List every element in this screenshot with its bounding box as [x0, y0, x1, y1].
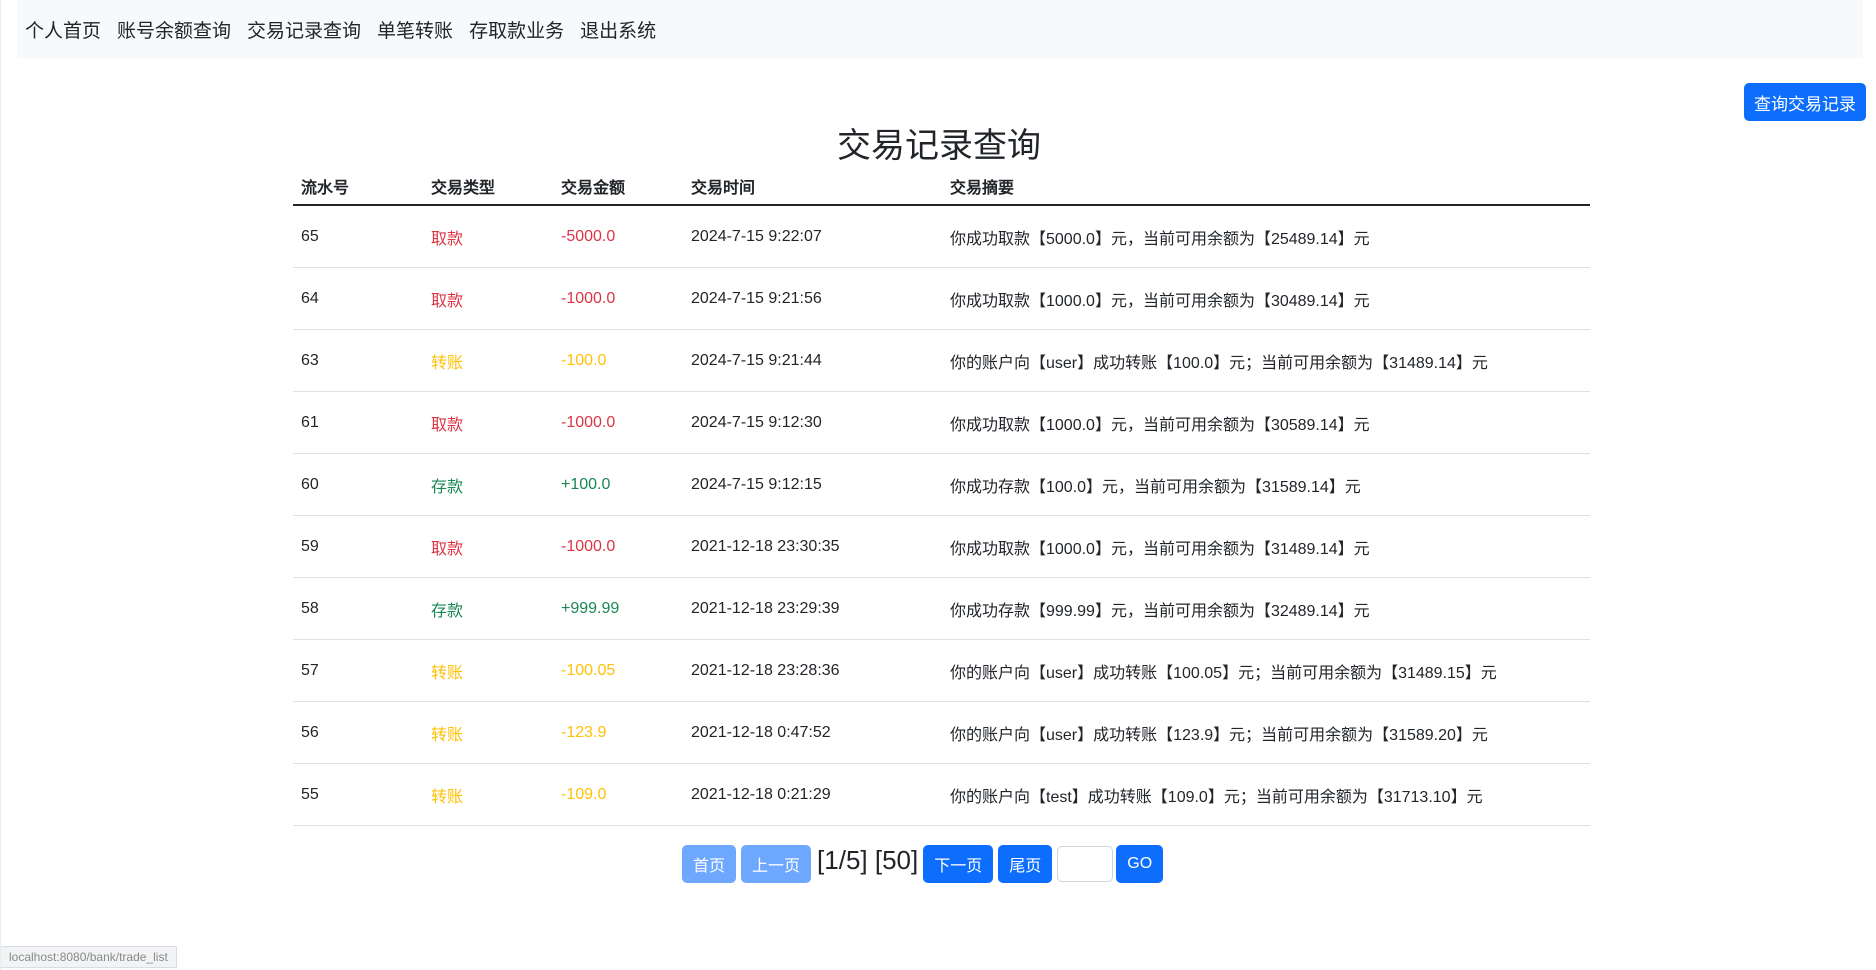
nav-deposit-withdraw[interactable]: 存取款业务: [469, 16, 564, 43]
cell-serial-no: 61: [293, 391, 423, 454]
status-bar-url: localhost:8080/bank/trade_list: [1, 946, 177, 968]
cell-trade-amount: -5000.0: [553, 205, 683, 268]
pagination: 首页 上一页 [1/5] [50] 下一页 尾页 GO: [682, 844, 1168, 884]
page-title: 交易记录查询: [837, 127, 1041, 165]
table-row: 58 存款 +999.99 2021-12-18 23:29:39 你成功存款【999.…: [293, 577, 1590, 640]
cell-trade-summary: 你成功取款【1000.0】元，当前可用余额为【30489.14】元: [942, 267, 1590, 330]
cell-trade-time: 2024-7-15 9:21:56: [683, 267, 942, 330]
cell-trade-amount: -1000.0: [553, 267, 683, 330]
cell-trade-time: 2024-7-15 9:12:30: [683, 391, 942, 454]
cell-trade-amount: +999.99: [553, 577, 683, 640]
cell-trade-amount: -1000.0: [553, 391, 683, 454]
cell-trade-type: 转账: [423, 329, 553, 392]
cell-trade-amount: -100.0: [553, 329, 683, 392]
trade-table: 流水号 交易类型 交易金额 交易时间 交易摘要 65 取款 -5000.0 2024-…: [293, 168, 1590, 826]
table-row: 59 取款 -1000.0 2021-12-18 23:30:35 你成功取款【1000…: [293, 515, 1590, 578]
cell-trade-summary: 你的账户向【user】成功转账【100.0】元；当前可用余额为【31489.14…: [942, 329, 1590, 392]
go-button[interactable]: GO: [1116, 845, 1164, 883]
table-header-row: 流水号 交易类型 交易金额 交易时间 交易摘要: [293, 168, 1590, 206]
cell-trade-type: 取款: [423, 391, 553, 454]
table-row: 63 转账 -100.0 2024-7-15 9:21:44 你的账户向【user】成功…: [293, 329, 1590, 392]
nav-trade-record-query[interactable]: 交易记录查询: [247, 16, 361, 43]
table-row: 57 转账 -100.05 2021-12-18 23:28:36 你的账户向【user…: [293, 639, 1590, 702]
table-row: 60 存款 +100.0 2024-7-15 9:12:15 你成功存款【100.0】元…: [293, 453, 1590, 516]
cell-trade-type: 转账: [423, 639, 553, 702]
header-trade-amount: 交易金额: [553, 168, 683, 206]
cell-trade-type: 转账: [423, 763, 553, 826]
trade-table-container: 流水号 交易类型 交易金额 交易时间 交易摘要 65 取款 -5000.0 2024-…: [293, 168, 1590, 826]
cell-trade-type: 取款: [423, 515, 553, 578]
last-page-button[interactable]: 尾页: [998, 845, 1053, 883]
cell-serial-no: 58: [293, 577, 423, 640]
next-page-button[interactable]: 下一页: [923, 845, 994, 883]
cell-trade-summary: 你成功取款【1000.0】元，当前可用余额为【30589.14】元: [942, 391, 1590, 454]
cell-trade-summary: 你成功存款【999.99】元，当前可用余额为【32489.14】元: [942, 577, 1590, 640]
cell-trade-time: 2024-7-15 9:22:07: [683, 205, 942, 268]
cell-serial-no: 57: [293, 639, 423, 702]
prev-page-button[interactable]: 上一页: [741, 845, 812, 883]
cell-trade-amount: -123.9: [553, 701, 683, 764]
cell-trade-amount: -100.05: [553, 639, 683, 702]
cell-trade-time: 2021-12-18 23:28:36: [683, 639, 942, 702]
page-number-input[interactable]: [1057, 846, 1114, 882]
cell-trade-time: 2024-7-15 9:12:15: [683, 453, 942, 516]
cell-serial-no: 65: [293, 205, 423, 268]
cell-trade-time: 2021-12-18 0:21:29: [683, 763, 942, 826]
cell-trade-amount: +100.0: [553, 453, 683, 516]
nav-home[interactable]: 个人首页: [25, 16, 101, 43]
table-row: 65 取款 -5000.0 2024-7-15 9:22:07 你成功取款【5000.0…: [293, 205, 1590, 268]
cell-serial-no: 63: [293, 329, 423, 392]
query-trade-records-button[interactable]: 查询交易记录: [1744, 83, 1866, 121]
cell-trade-time: 2024-7-15 9:21:44: [683, 329, 942, 392]
cell-trade-summary: 你成功存款【100.0】元，当前可用余额为【31589.14】元: [942, 453, 1590, 516]
header-serial-no: 流水号: [293, 168, 423, 206]
page: 个人首页 账号余额查询 交易记录查询 单笔转账 存取款业务 退出系统 查询交易记…: [0, 0, 1876, 970]
cell-trade-type: 转账: [423, 701, 553, 764]
cell-trade-type: 取款: [423, 205, 553, 268]
page-info: [1/5] [50]: [817, 844, 919, 875]
cell-trade-type: 存款: [423, 577, 553, 640]
cell-trade-summary: 你成功取款【1000.0】元，当前可用余额为【31489.14】元: [942, 515, 1590, 578]
top-navbar: 个人首页 账号余额查询 交易记录查询 单笔转账 存取款业务 退出系统: [17, 0, 1863, 58]
cell-serial-no: 56: [293, 701, 423, 764]
cell-serial-no: 59: [293, 515, 423, 578]
table-row: 55 转账 -109.0 2021-12-18 0:21:29 你的账户向【test】成…: [293, 763, 1590, 826]
header-trade-summary: 交易摘要: [942, 168, 1590, 206]
nav-logout[interactable]: 退出系统: [580, 16, 656, 43]
cell-trade-time: 2021-12-18 0:47:52: [683, 701, 942, 764]
cell-serial-no: 64: [293, 267, 423, 330]
trade-table-body: 65 取款 -5000.0 2024-7-15 9:22:07 你成功取款【5000.0…: [293, 205, 1590, 826]
cell-trade-summary: 你成功取款【5000.0】元，当前可用余额为【25489.14】元: [942, 205, 1590, 268]
cell-trade-amount: -1000.0: [553, 515, 683, 578]
cell-trade-summary: 你的账户向【test】成功转账【109.0】元；当前可用余额为【31713.10…: [942, 763, 1590, 826]
cell-trade-time: 2021-12-18 23:29:39: [683, 577, 942, 640]
first-page-button[interactable]: 首页: [682, 845, 737, 883]
nav-single-transfer[interactable]: 单笔转账: [377, 16, 453, 43]
cell-serial-no: 60: [293, 453, 423, 516]
cell-trade-summary: 你的账户向【user】成功转账【100.05】元；当前可用余额为【31489.1…: [942, 639, 1590, 702]
cell-serial-no: 55: [293, 763, 423, 826]
cell-trade-type: 存款: [423, 453, 553, 516]
nav-balance-query[interactable]: 账号余额查询: [117, 16, 231, 43]
cell-trade-amount: -109.0: [553, 763, 683, 826]
cell-trade-summary: 你的账户向【user】成功转账【123.9】元；当前可用余额为【31589.20…: [942, 701, 1590, 764]
cell-trade-time: 2021-12-18 23:30:35: [683, 515, 942, 578]
header-trade-type: 交易类型: [423, 168, 553, 206]
table-row: 64 取款 -1000.0 2024-7-15 9:21:56 你成功取款【1000.0…: [293, 267, 1590, 330]
header-trade-time: 交易时间: [683, 168, 942, 206]
table-row: 61 取款 -1000.0 2024-7-15 9:12:30 你成功取款【1000.0…: [293, 391, 1590, 454]
cell-trade-type: 取款: [423, 267, 553, 330]
table-row: 56 转账 -123.9 2021-12-18 0:47:52 你的账户向【user】成…: [293, 701, 1590, 764]
